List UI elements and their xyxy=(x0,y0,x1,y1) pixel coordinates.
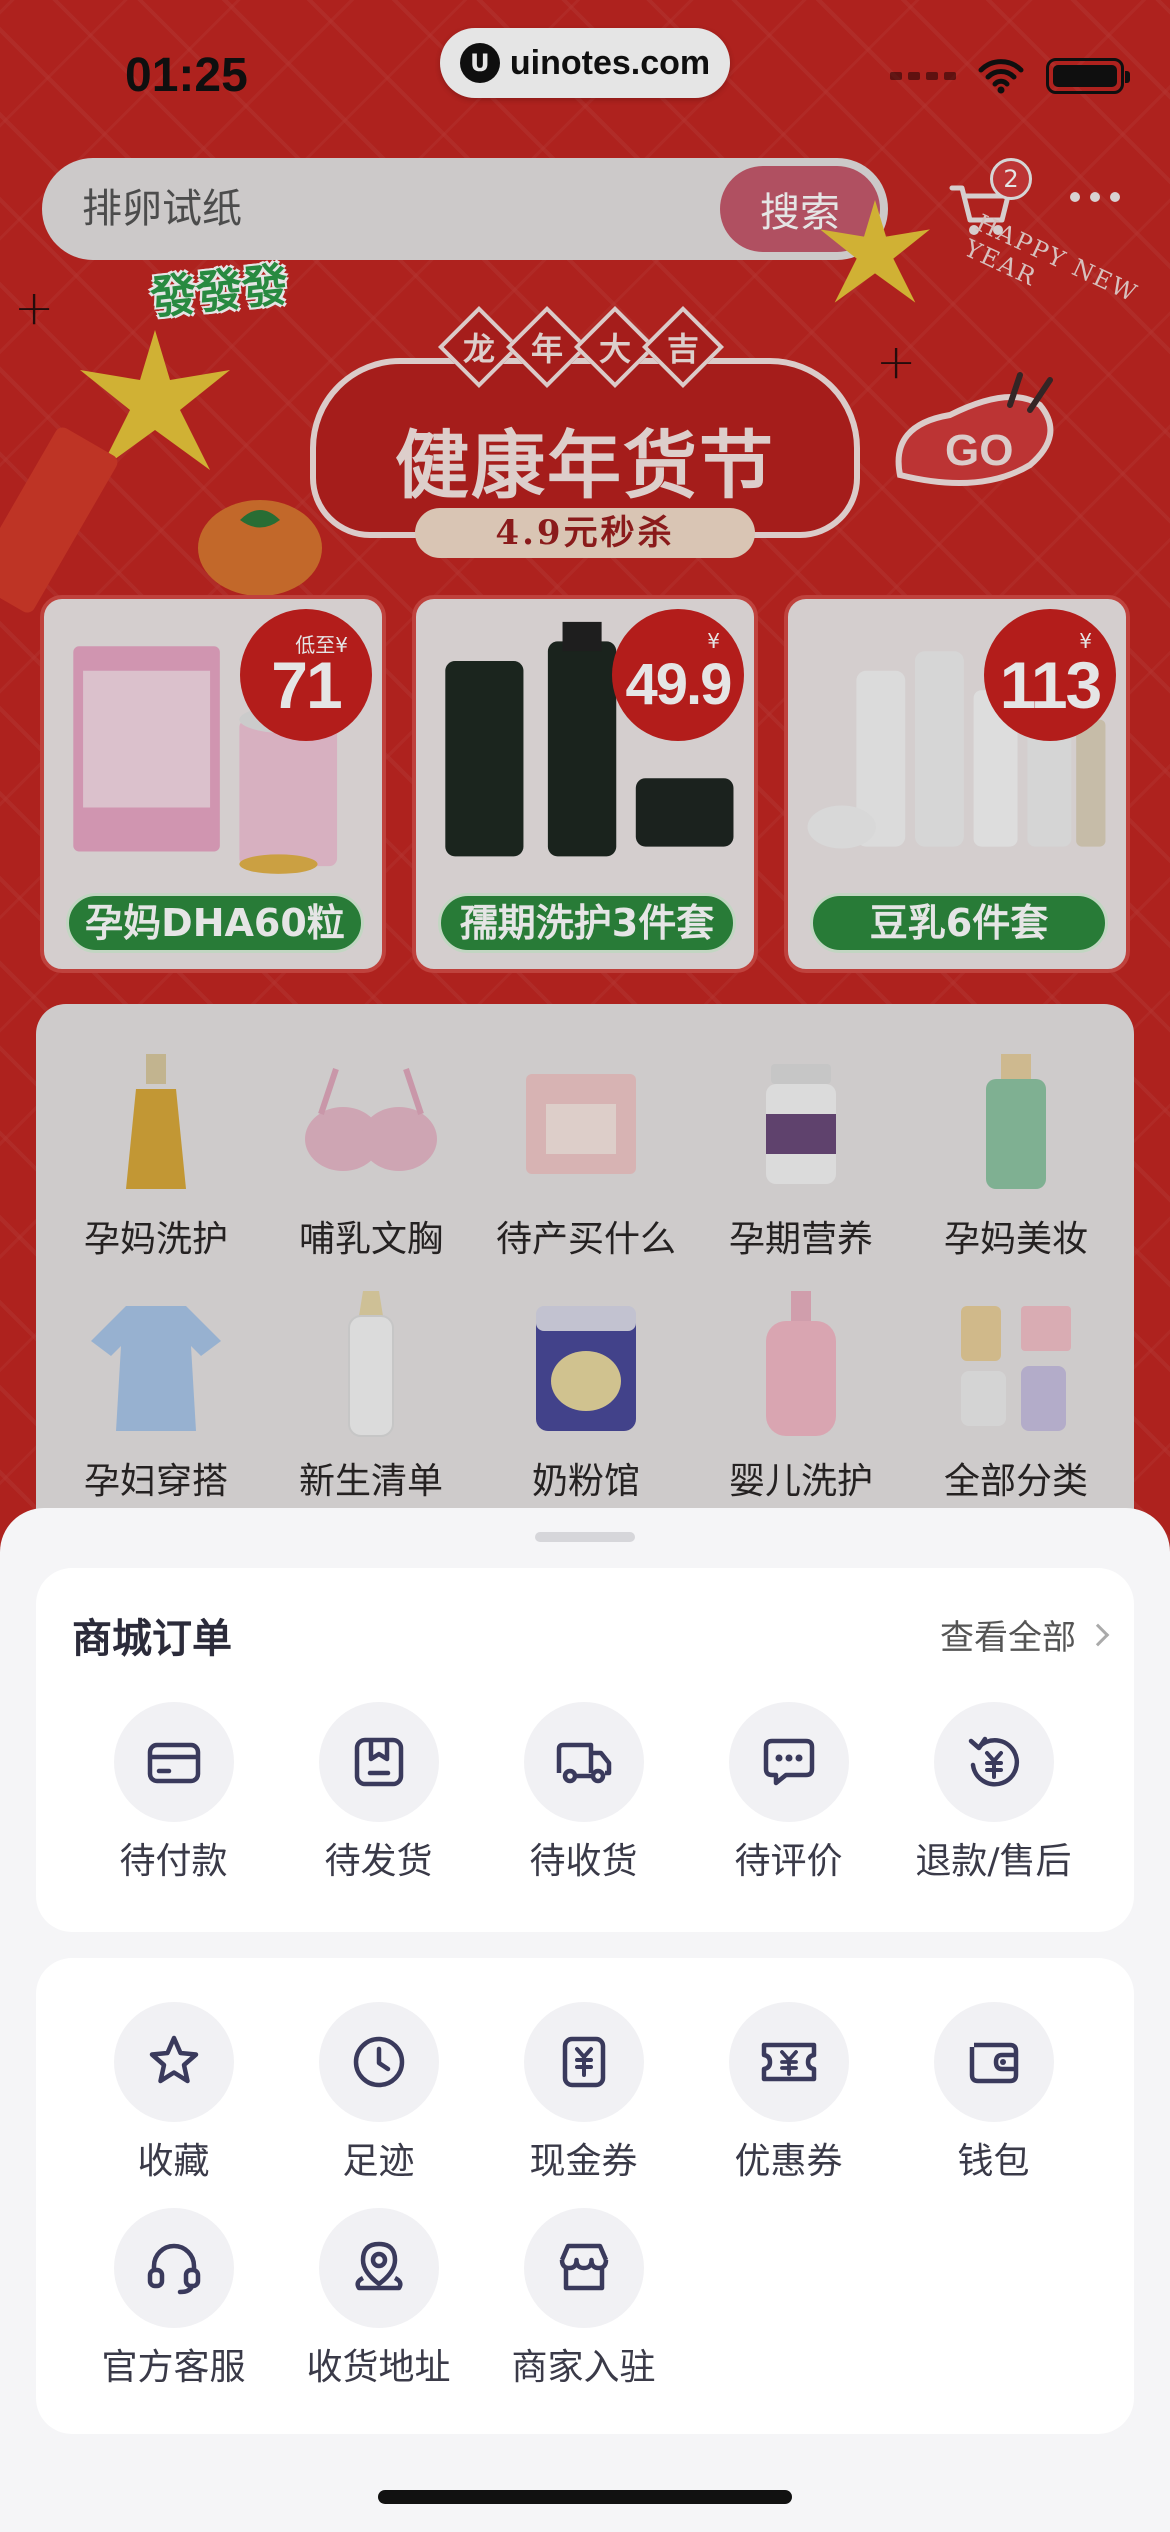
price-badge: ¥ 49.9 xyxy=(612,609,744,741)
orders-card: 商城订单 查看全部 待付款 待发货 待收货 待评价 退款/售后 xyxy=(36,1568,1134,1932)
all-categories-icon xyxy=(961,1306,1071,1431)
chat-bubble-icon xyxy=(763,1738,814,1786)
sheet-drag-handle[interactable] xyxy=(535,1532,635,1542)
service-footprints[interactable]: 足迹 xyxy=(276,2002,481,2184)
search-input[interactable] xyxy=(82,158,722,260)
category-item[interactable]: 全部分类 xyxy=(916,1286,1116,1504)
category-item[interactable]: 婴儿洗护 xyxy=(701,1286,901,1504)
maternity-pack-icon xyxy=(526,1074,636,1174)
wifi-icon xyxy=(978,59,1024,94)
order-pending-receipt[interactable]: 待收货 xyxy=(481,1702,686,1884)
battery-icon xyxy=(1046,58,1130,94)
cosmetic-bottle-icon xyxy=(986,1054,1046,1189)
location-icon xyxy=(354,2241,403,2291)
festival-banner[interactable]: 龙 年 大 吉 健康年货节 4.9元秒杀 xyxy=(310,305,860,558)
order-pending-review[interactable]: 待评价 xyxy=(686,1702,891,1884)
account-bottom-sheet: 商城订单 查看全部 待付款 待发货 待收货 待评价 退款/售后 收藏 足迹 现金… xyxy=(0,1508,1170,2532)
sparkle-plus-icon: + xyxy=(14,280,55,336)
product-card-wash-set[interactable]: ¥ 49.9 孺期洗护3件套 xyxy=(412,595,758,973)
supplement-jar-icon xyxy=(766,1064,836,1184)
product-card-soy-set[interactable]: ¥ 113 豆乳6件套 xyxy=(784,595,1130,973)
baby-wash-bottle-icon xyxy=(766,1291,836,1436)
maternity-shirt-icon xyxy=(91,1306,221,1431)
price-badge: 低至¥ 71 xyxy=(240,609,372,741)
watermark-badge: U uinotes.com xyxy=(440,28,730,98)
category-item[interactable]: 孕妇穿搭 xyxy=(56,1286,256,1504)
category-panel: 孕妈洗护 哺乳文胸 待产买什么 孕期营养 孕妈美妆 孕妇穿搭 新生清单 奶粉馆 … xyxy=(36,1004,1134,1560)
service-favorites[interactable]: 收藏 xyxy=(71,2002,276,2184)
status-bar: 01:25 U uinotes.com xyxy=(0,0,1170,150)
category-item[interactable]: 孕妈洗护 xyxy=(56,1044,256,1262)
service-customer-support[interactable]: 官方客服 xyxy=(71,2208,276,2390)
search-bar[interactable]: 搜索 xyxy=(42,158,888,260)
coupon-icon xyxy=(761,2042,816,2082)
order-refund-aftersale[interactable]: 退款/售后 xyxy=(891,1702,1096,1884)
card-icon xyxy=(147,1742,200,1784)
product-label: 孺期洗护3件套 xyxy=(438,893,736,953)
banner-top-chars: 龙 年 大 吉 xyxy=(437,305,725,389)
service-address[interactable]: 收货地址 xyxy=(276,2208,481,2390)
cash-voucher-icon xyxy=(562,2036,605,2088)
burst-star-icon xyxy=(820,200,930,303)
category-item[interactable]: 新生清单 xyxy=(271,1286,471,1504)
more-options-icon[interactable] xyxy=(1070,192,1120,202)
banner-subtitle: 4.9元秒杀 xyxy=(415,508,755,558)
category-item[interactable]: 待产买什么 xyxy=(486,1044,686,1262)
star-icon xyxy=(149,2035,198,2084)
go-text: GO xyxy=(945,426,1013,475)
store-icon xyxy=(559,2243,608,2291)
category-item[interactable]: 哺乳文胸 xyxy=(271,1044,471,1262)
milk-powder-can-icon xyxy=(536,1306,636,1431)
product-label: 孕妈DHA60粒 xyxy=(66,893,364,953)
package-icon xyxy=(354,1737,403,1787)
cellular-signal-icon xyxy=(890,72,956,80)
oil-bottle-icon xyxy=(126,1054,186,1189)
nursing-bra-icon xyxy=(305,1068,437,1171)
refund-icon xyxy=(968,1736,1019,1787)
baby-bottle-icon xyxy=(348,1291,394,1437)
banner-title: 健康年货节 xyxy=(395,423,775,509)
category-item[interactable]: 孕妈美妆 xyxy=(916,1044,1116,1262)
cart-count-badge: 2 xyxy=(990,158,1032,200)
orders-title: 商城订单 xyxy=(72,1616,232,1662)
watermark-logo-icon: U xyxy=(459,43,500,83)
services-card: 收藏 足迹 现金券 优惠券 钱包 官方客服 收货地址 商家入驻 xyxy=(36,1958,1134,2434)
chevron-right-icon xyxy=(1086,1623,1110,1646)
clock-icon xyxy=(353,2036,404,2088)
service-coupons[interactable]: 优惠券 xyxy=(686,2002,891,2184)
service-wallet[interactable]: 钱包 xyxy=(891,2002,1096,2184)
shop-background: 01:25 U uinotes.com 搜索 2 發發發 xyxy=(0,0,1170,1560)
status-time: 01:25 xyxy=(125,49,248,102)
category-item[interactable]: 孕期营养 xyxy=(701,1044,901,1262)
dragon-mascot-icon: GO xyxy=(895,372,1054,486)
price-badge: ¥ 113 xyxy=(984,609,1116,741)
category-item[interactable]: 奶粉馆 xyxy=(486,1286,686,1504)
product-card-dha[interactable]: 低至¥ 71 孕妈DHA60粒 xyxy=(40,595,386,973)
order-pending-shipment[interactable]: 待发货 xyxy=(276,1702,481,1884)
persimmon-icon xyxy=(198,500,322,596)
firecracker-icon xyxy=(0,427,118,613)
wallet-icon xyxy=(969,2042,1018,2084)
view-all-orders-link[interactable]: 查看全部 xyxy=(940,1610,1110,1659)
watermark-text: uinotes.com xyxy=(509,43,711,82)
service-cash-voucher[interactable]: 现金券 xyxy=(481,2002,686,2184)
truck-icon xyxy=(556,1742,611,1784)
service-merchant-join[interactable]: 商家入驻 xyxy=(481,2208,686,2390)
product-label: 豆乳6件套 xyxy=(810,893,1108,953)
headset-icon xyxy=(147,2243,200,2295)
view-all-label: 查看全部 xyxy=(940,1618,1076,1658)
order-pending-payment[interactable]: 待付款 xyxy=(71,1702,276,1884)
home-indicator[interactable] xyxy=(378,2490,792,2504)
status-icons xyxy=(890,58,1130,94)
